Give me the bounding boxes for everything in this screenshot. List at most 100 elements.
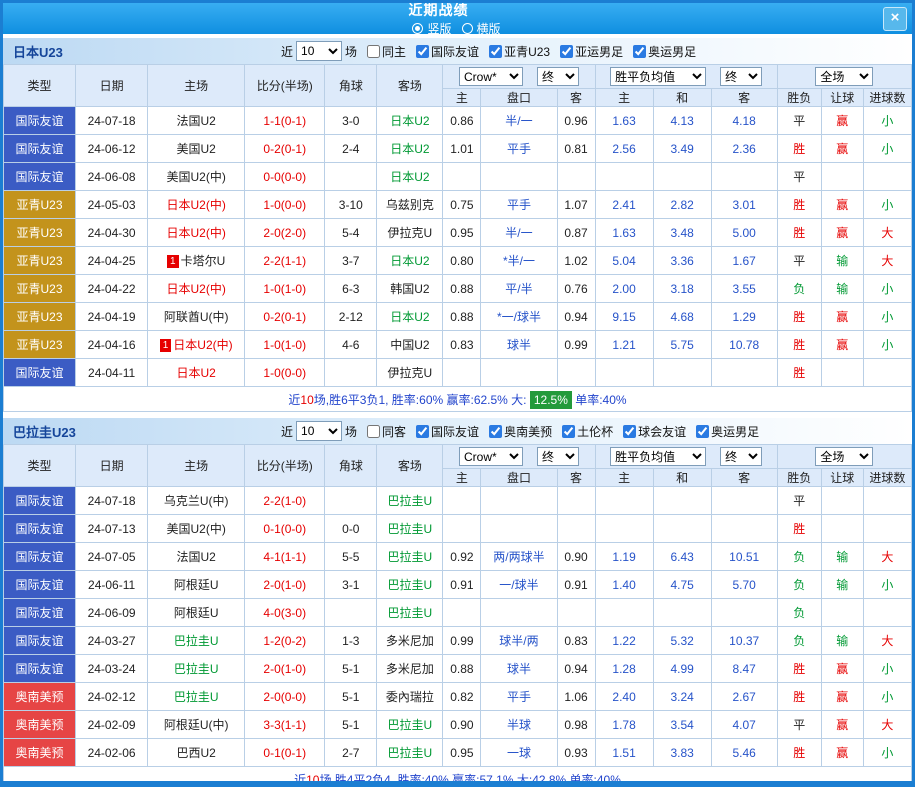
match-type: 奥南美预 xyxy=(4,739,76,767)
match-row: 国际友谊24-06-09阿根廷U4-0(3-0)巴拉圭U负 xyxy=(4,599,912,627)
handicap-line: 平手 xyxy=(481,191,557,219)
odds-time-select[interactable]: 终 xyxy=(537,447,579,466)
filter-checkbox-0[interactable]: 奥运男足 xyxy=(626,43,696,60)
checkbox-input[interactable] xyxy=(562,425,575,438)
avg-home-odds: 1.19 xyxy=(595,543,653,571)
filter-checkbox-1[interactable]: 土伦杯 xyxy=(555,423,613,440)
odds-provider-select[interactable]: Crow* xyxy=(459,447,523,466)
radio-horizontal-icon[interactable] xyxy=(462,23,473,34)
avg-away-odds xyxy=(711,359,777,387)
checkbox-input[interactable] xyxy=(696,425,709,438)
avg-draw-odds xyxy=(653,599,711,627)
scope-select[interactable]: 全场 xyxy=(815,67,873,86)
avg-time-select[interactable]: 终 xyxy=(720,67,762,86)
filter-checkbox-1[interactable]: 奥运男足 xyxy=(689,423,759,440)
avg-type-select[interactable]: 胜平负均值 xyxy=(610,67,706,86)
filter-checkbox-0[interactable]: 国际友谊 xyxy=(409,43,479,60)
filter-checkbox-0[interactable]: 亚运男足 xyxy=(553,43,623,60)
match-date: 24-04-11 xyxy=(76,359,148,387)
checkbox-input[interactable] xyxy=(367,425,380,438)
avg-home-odds: 1.78 xyxy=(595,711,653,739)
filter-checkbox-0[interactable]: 亚青U23 xyxy=(482,43,550,60)
away-team: 伊拉克U xyxy=(377,359,443,387)
sub-col-header-3: 主 xyxy=(595,89,653,107)
avg-draw-odds: 3.36 xyxy=(653,247,711,275)
checkbox-input[interactable] xyxy=(489,425,502,438)
checkbox-label: 国际友谊 xyxy=(431,43,479,60)
result-goals: 大 xyxy=(863,543,911,571)
away-team: 巴拉圭U xyxy=(377,711,443,739)
odds-home: 0.92 xyxy=(443,543,481,571)
filter-checkbox-1[interactable]: 国际友谊 xyxy=(409,423,479,440)
odds-away: 0.94 xyxy=(557,303,595,331)
odds-home xyxy=(443,487,481,515)
result-handicap: 赢 xyxy=(821,683,863,711)
match-row: 国际友谊24-07-05法国U24-1(1-1)5-5巴拉圭U0.92两/两球半… xyxy=(4,543,912,571)
corners: 3-7 xyxy=(325,247,377,275)
avg-away-odds: 8.47 xyxy=(711,655,777,683)
avg-away-odds: 3.55 xyxy=(711,275,777,303)
scope-select[interactable]: 全场 xyxy=(815,447,873,466)
result-wdl: 负 xyxy=(777,599,821,627)
result-wdl: 胜 xyxy=(777,359,821,387)
result-goals: 小 xyxy=(863,191,911,219)
filter-checkbox-0[interactable]: 同主 xyxy=(360,43,406,60)
checkbox-input[interactable] xyxy=(633,45,646,58)
checkbox-input[interactable] xyxy=(416,425,429,438)
near-count-select[interactable]: 10 xyxy=(296,421,342,441)
checkbox-input[interactable] xyxy=(623,425,636,438)
radio-vertical-icon[interactable] xyxy=(412,23,423,34)
radio-horizontal-label[interactable]: 横版 xyxy=(477,20,501,37)
avg-draw-odds: 6.43 xyxy=(653,543,711,571)
near-label: 近 xyxy=(281,423,293,440)
result-goals xyxy=(863,163,911,191)
checkbox-label: 国际友谊 xyxy=(431,423,479,440)
checkbox-input[interactable] xyxy=(560,45,573,58)
odds-home: 0.80 xyxy=(443,247,481,275)
radio-vertical-label[interactable]: 竖版 xyxy=(427,20,451,37)
filter-checkbox-1[interactable]: 奥南美预 xyxy=(482,423,552,440)
home-team: 巴西U2 xyxy=(148,739,245,767)
checkbox-input[interactable] xyxy=(489,45,502,58)
result-wdl: 平 xyxy=(777,163,821,191)
odds-home: 0.86 xyxy=(443,107,481,135)
result-wdl: 负 xyxy=(777,543,821,571)
sub-col-header-1: 盘口 xyxy=(481,469,557,487)
filter-checkbox-1[interactable]: 球会友谊 xyxy=(616,423,686,440)
red-card-badge: 1 xyxy=(167,255,179,268)
summary-text: 近10场,胜4平2负4, 胜率:40% 赢率:57.1% 大:42.8% 单率:… xyxy=(4,767,912,787)
odds-provider-select[interactable]: Crow* xyxy=(459,67,523,86)
avg-draw-odds: 4.68 xyxy=(653,303,711,331)
avg-away-odds: 10.37 xyxy=(711,627,777,655)
team-section-1: 巴拉圭U23近10场同客国际友谊奥南美预土伦杯球会友谊奥运男足类型日期主场比分(… xyxy=(3,418,912,787)
odds-time-select[interactable]: 终 xyxy=(537,67,579,86)
result-goals xyxy=(863,515,911,543)
match-date: 24-02-06 xyxy=(76,739,148,767)
checkbox-input[interactable] xyxy=(416,45,429,58)
match-type: 亚青U23 xyxy=(4,275,76,303)
close-button[interactable]: × xyxy=(883,7,907,31)
result-handicap xyxy=(821,359,863,387)
corners: 2-7 xyxy=(325,739,377,767)
sub-col-header-3: 主 xyxy=(595,469,653,487)
section-header: 巴拉圭U23近10场同客国际友谊奥南美预土伦杯球会友谊奥运男足 xyxy=(3,418,912,444)
checkbox-input[interactable] xyxy=(367,45,380,58)
handicap-line xyxy=(481,487,557,515)
home-team: 阿根廷U xyxy=(148,571,245,599)
score: 1-0(0-0) xyxy=(245,359,325,387)
result-handicap: 赢 xyxy=(821,303,863,331)
home-team: 法国U2 xyxy=(148,107,245,135)
score: 1-0(1-0) xyxy=(245,275,325,303)
result-handicap xyxy=(821,163,863,191)
avg-type-select[interactable]: 胜平负均值 xyxy=(610,447,706,466)
filter-checkbox-1[interactable]: 同客 xyxy=(360,423,406,440)
handicap-line: 平手 xyxy=(481,135,557,163)
result-handicap: 赢 xyxy=(821,331,863,359)
col-header-1: 日期 xyxy=(76,445,148,487)
near-count-select[interactable]: 10 xyxy=(296,41,342,61)
home-team: 乌克兰U(中) xyxy=(148,487,245,515)
col-header-3: 比分(半场) xyxy=(245,445,325,487)
home-team: 阿联酋U(中) xyxy=(148,303,245,331)
match-date: 24-02-09 xyxy=(76,711,148,739)
avg-time-select[interactable]: 终 xyxy=(720,447,762,466)
